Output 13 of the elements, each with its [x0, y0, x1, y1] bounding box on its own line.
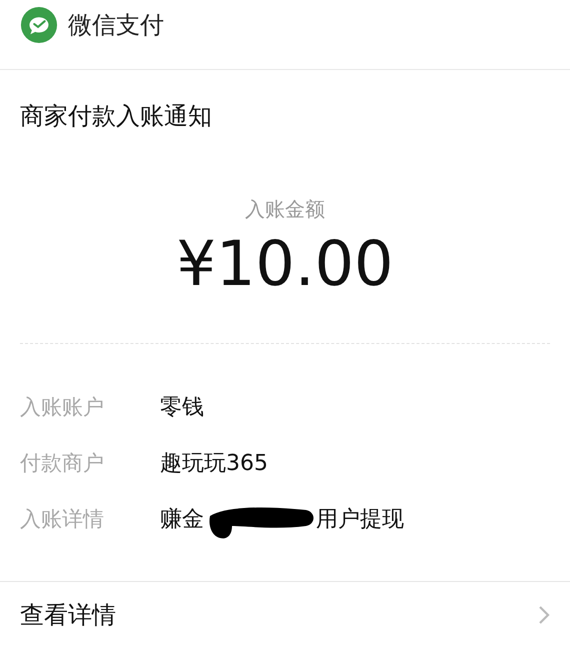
- app-name: 微信支付: [68, 10, 164, 40]
- chevron-right-icon: [538, 605, 550, 625]
- row-value: 零钱: [160, 394, 204, 422]
- row-value: 赚金: [160, 506, 204, 534]
- row-label: 入账账户: [20, 394, 105, 422]
- row-value: 用户提现: [316, 506, 404, 534]
- amount-label: 入账金额: [244, 196, 326, 223]
- row-value: 趣玩玩365: [160, 450, 268, 478]
- wechat-pay-logo-icon: [20, 6, 58, 44]
- row-label: 入账详情: [20, 506, 105, 534]
- notice-title: 商家付款入账通知: [20, 101, 213, 132]
- amount-value: ¥10.00: [176, 227, 394, 302]
- row-label: 付款商户: [20, 450, 105, 478]
